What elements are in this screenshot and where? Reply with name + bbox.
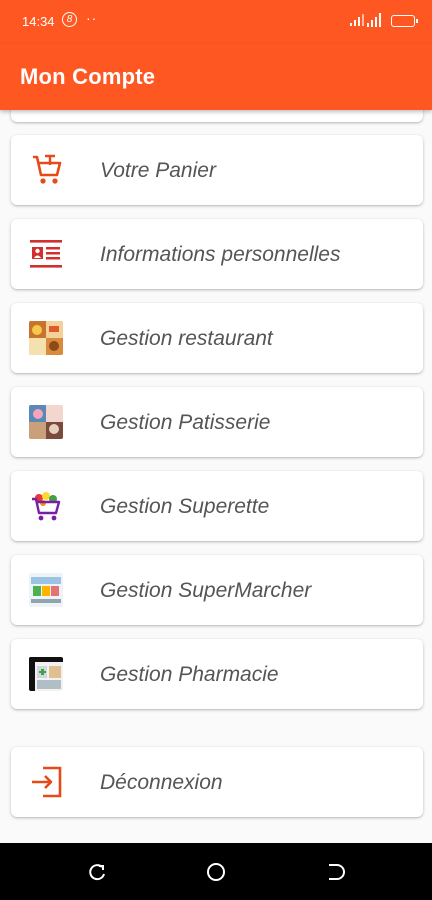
- status-time: 14:34: [22, 14, 55, 29]
- restaurant-thumbnail: [29, 321, 63, 355]
- menu-item-label: Gestion Superette: [100, 495, 270, 518]
- battery-icon: [391, 15, 418, 27]
- menu-item-pharmacie[interactable]: Gestion Pharmacie: [11, 639, 423, 709]
- status-bar: 14:34 8 ··: [0, 0, 432, 44]
- menu-item-label: Votre Panier: [100, 159, 216, 182]
- menu-item-panier[interactable]: Votre Panier: [11, 135, 423, 205]
- logout-icon: [32, 766, 62, 798]
- logout-button[interactable]: Déconnexion: [11, 747, 423, 817]
- cart-icon: [33, 154, 62, 184]
- menu-item-label: Gestion restaurant: [100, 327, 273, 350]
- menu-item-label: Gestion Patisserie: [100, 411, 271, 434]
- menu-item-label: Gestion SuperMarcher: [100, 579, 312, 602]
- menu-item-patisserie[interactable]: Gestion Patisserie: [11, 387, 423, 457]
- page-title: Mon Compte: [20, 64, 156, 89]
- system-nav-bar: [0, 843, 432, 900]
- app-bar: Mon Compte: [0, 44, 432, 110]
- menu-item-label: Informations personnelles: [100, 243, 341, 266]
- id-card-icon: [30, 240, 62, 268]
- mobile-data-icon: [367, 13, 381, 27]
- menu-item-supermarche[interactable]: Gestion SuperMarcher: [11, 555, 423, 625]
- menu-item-label: Gestion Pharmacie: [100, 663, 279, 686]
- back-icon[interactable]: [324, 861, 346, 883]
- pharmacie-thumbnail: [29, 657, 63, 691]
- patisserie-thumbnail: [29, 405, 63, 439]
- menu-item-restaurant[interactable]: Gestion restaurant: [11, 303, 423, 373]
- superette-thumbnail: [32, 492, 61, 521]
- menu-item-superette[interactable]: Gestion Superette: [11, 471, 423, 541]
- partial-card[interactable]: [11, 110, 423, 122]
- home-icon[interactable]: [205, 861, 227, 883]
- supermarche-thumbnail: [29, 573, 63, 607]
- notification-badge-icon: 8: [62, 12, 77, 27]
- recent-apps-icon[interactable]: [86, 861, 108, 883]
- menu-item-informations[interactable]: Informations personnelles: [11, 219, 423, 289]
- status-dots: ··: [86, 10, 98, 26]
- signal-icon: [350, 14, 364, 26]
- menu-list: Votre Panier Informations personnelles G…: [0, 110, 432, 843]
- logout-label: Déconnexion: [100, 771, 223, 794]
